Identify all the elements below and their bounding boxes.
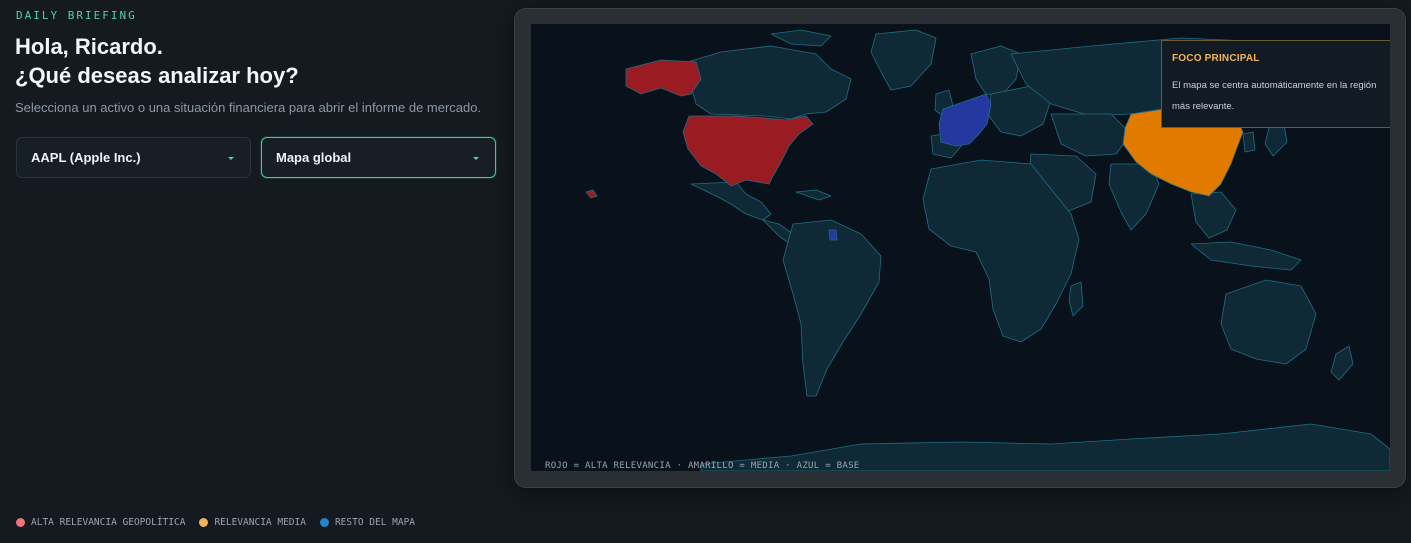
chevron-down-icon <box>228 156 234 160</box>
legend-label-medium: RELEVANCIA MEDIA <box>214 517 306 528</box>
region-french-guiana <box>828 229 838 241</box>
land-southeast-asia <box>1190 191 1237 239</box>
view-select-value: Mapa global <box>276 150 352 165</box>
land-greenland <box>870 29 937 91</box>
greeting-line-1: Hola, Ricardo. <box>15 34 163 59</box>
land-madagascar <box>1068 281 1084 317</box>
subtitle: Selecciona un activo o una situación fin… <box>15 100 482 115</box>
focus-title: FOCO PRINCIPAL <box>1172 53 1260 64</box>
land-new-zealand <box>1330 345 1354 381</box>
legend-dot-base <box>319 518 329 527</box>
land-south-america <box>782 219 882 397</box>
land-canada <box>680 45 852 120</box>
legend-dot-medium <box>199 518 209 527</box>
world-map[interactable]: ROJO = ALTA RELEVANCIA · AMARILLO = MEDI… <box>531 24 1390 471</box>
greeting-line-2: ¿Qué deseas analizar hoy? <box>15 63 299 88</box>
region-hawaii <box>585 189 598 199</box>
legend-item-base: RESTO DEL MAPA <box>319 517 416 528</box>
region-alaska <box>625 59 702 97</box>
land-arctic-islands <box>770 29 832 47</box>
land-mexico <box>690 181 772 221</box>
chevron-down-icon <box>473 156 479 160</box>
focus-text: El mapa se centra automáticamente en la … <box>1172 80 1377 112</box>
asset-select-value: AAPL (Apple Inc.) <box>31 150 141 165</box>
land-caribbean <box>795 189 832 201</box>
land-indonesia <box>1190 241 1302 271</box>
land-central-asia <box>1050 113 1132 157</box>
map-panel: ROJO = ALTA RELEVANCIA · AMARILLO = MEDI… <box>514 8 1406 488</box>
app-root: DAILY BRIEFING Hola, Ricardo. ¿Qué desea… <box>0 0 1411 543</box>
map-legend: ALTA RELEVANCIA GEOPOLÍTICA RELEVANCIA M… <box>16 517 415 528</box>
land-korea <box>1242 131 1256 153</box>
legend-dot-high <box>16 518 25 527</box>
greeting-heading: Hola, Ricardo. ¿Qué deseas analizar hoy? <box>15 32 299 90</box>
land-australia <box>1220 279 1317 365</box>
legend-label-base: RESTO DEL MAPA <box>334 517 416 528</box>
region-united-states <box>682 115 814 187</box>
view-select[interactable]: Mapa global <box>261 137 496 178</box>
legend-label-high: ALTA RELEVANCIA GEOPOLÍTICA <box>31 517 186 528</box>
map-caption: ROJO = ALTA RELEVANCIA · AMARILLO = MEDI… <box>545 461 860 471</box>
asset-select[interactable]: AAPL (Apple Inc.) <box>16 137 251 178</box>
legend-item-medium: RELEVANCIA MEDIA <box>199 517 306 528</box>
daily-briefing-label: DAILY BRIEFING <box>16 9 137 22</box>
focus-callout: FOCO PRINCIPAL El mapa se centra automát… <box>1161 40 1390 128</box>
legend-item-high: ALTA RELEVANCIA GEOPOLÍTICA <box>16 517 185 528</box>
